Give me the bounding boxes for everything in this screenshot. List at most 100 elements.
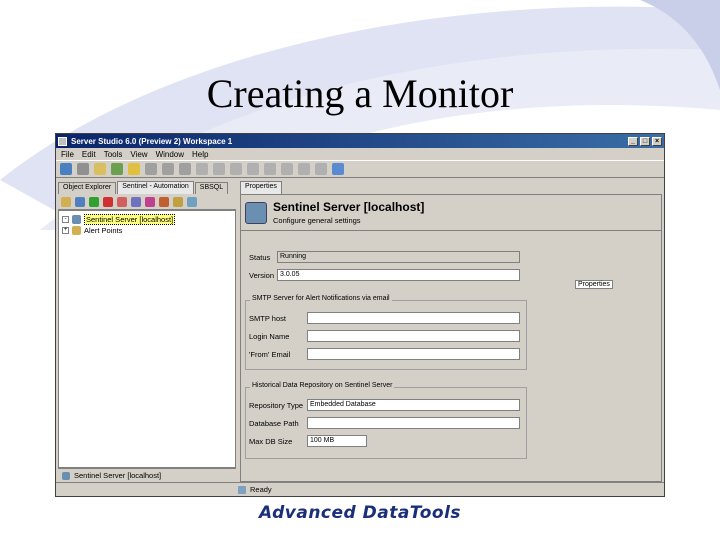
stop-icon[interactable] bbox=[103, 196, 113, 207]
tree-item-label: Sentinel Server [localhost] bbox=[84, 214, 176, 225]
smtp-group-legend: SMTP Server for Alert Notifications via … bbox=[250, 295, 392, 302]
maximize-button[interactable]: □ bbox=[640, 136, 650, 146]
copy-icon[interactable] bbox=[213, 163, 225, 175]
connect-icon[interactable] bbox=[332, 163, 344, 175]
right-tabs: Properties bbox=[240, 180, 662, 194]
left-status-text: Sentinel Server [localhost] bbox=[74, 471, 162, 480]
status-icon bbox=[238, 485, 246, 494]
edit-icon[interactable] bbox=[145, 196, 155, 207]
login-row: Login Name bbox=[246, 327, 526, 345]
smtp-host-input[interactable] bbox=[307, 312, 520, 324]
print-icon[interactable] bbox=[179, 163, 191, 175]
close-button[interactable]: × bbox=[652, 136, 662, 146]
delete-icon[interactable] bbox=[247, 163, 259, 175]
report-icon[interactable] bbox=[173, 196, 183, 207]
forward-icon[interactable] bbox=[77, 163, 89, 175]
left-toolbar bbox=[58, 194, 236, 210]
status-text: Ready bbox=[250, 485, 272, 494]
redo-icon[interactable] bbox=[281, 163, 293, 175]
menu-edit[interactable]: Edit bbox=[82, 150, 96, 159]
properties-panel: Sentinel Server [localhost] Configure ge… bbox=[240, 194, 662, 482]
version-field: 3.0.05 bbox=[277, 269, 520, 281]
left-tabs: Object Explorer Sentinel - Automation SB… bbox=[58, 180, 236, 194]
folder-icon[interactable] bbox=[94, 163, 106, 175]
tab-sbsql[interactable]: SBSQL bbox=[194, 182, 229, 194]
save-all-icon[interactable] bbox=[162, 163, 174, 175]
right-pane: Properties Sentinel Server [localhost] C… bbox=[240, 180, 662, 482]
from-email-input[interactable] bbox=[307, 348, 520, 360]
slide-title: Creating a Monitor bbox=[206, 71, 514, 116]
login-input[interactable] bbox=[307, 330, 520, 342]
max-db-size-row: Max DB Size 100 MB bbox=[246, 432, 526, 450]
repository-type-row: Repository Type Embedded Database bbox=[246, 396, 526, 414]
cut-icon[interactable] bbox=[196, 163, 208, 175]
collapse-icon[interactable]: - bbox=[62, 216, 69, 223]
properties-title: Sentinel Server [localhost] bbox=[273, 200, 425, 214]
tab-sentinel-automation[interactable]: Sentinel - Automation bbox=[117, 181, 194, 194]
undo-icon[interactable] bbox=[264, 163, 276, 175]
version-row: Version 3.0.05 bbox=[246, 266, 526, 284]
status-field: Running bbox=[277, 251, 520, 263]
server-icon bbox=[72, 215, 81, 224]
smtp-host-row: SMTP host bbox=[246, 309, 526, 327]
version-label: Version bbox=[249, 270, 275, 280]
server-icon bbox=[62, 471, 70, 480]
database-path-input[interactable] bbox=[307, 417, 520, 429]
max-db-size-input[interactable]: 100 MB bbox=[307, 435, 367, 447]
tab-object-explorer[interactable]: Object Explorer bbox=[58, 182, 117, 194]
status-label: Status bbox=[249, 252, 271, 262]
tree-item-alert-points[interactable]: + Alert Points bbox=[62, 225, 232, 236]
window-titlebar: Server Studio 6.0 (Preview 2) Workspace … bbox=[56, 134, 664, 148]
tree-item-sentinel-server[interactable]: - Sentinel Server [localhost] bbox=[62, 214, 232, 225]
expand-icon[interactable]: + bbox=[62, 227, 69, 234]
menu-bar: File Edit Tools View Window Help bbox=[56, 148, 664, 160]
repository-group: Historical Data Repository on Sentinel S… bbox=[245, 382, 527, 459]
save-icon[interactable] bbox=[145, 163, 157, 175]
back-icon[interactable] bbox=[60, 163, 72, 175]
menu-view[interactable]: View bbox=[130, 150, 147, 159]
remove-icon[interactable] bbox=[117, 196, 127, 207]
left-status: Sentinel Server [localhost] bbox=[58, 468, 236, 482]
properties-header: Sentinel Server [localhost] Configure ge… bbox=[241, 195, 661, 231]
from-email-row: 'From' Email bbox=[246, 345, 526, 363]
status-bar: Ready bbox=[56, 482, 664, 496]
properties-subtitle: Configure general settings bbox=[273, 216, 361, 225]
refresh-icon[interactable] bbox=[75, 196, 85, 207]
schedule-icon[interactable] bbox=[159, 196, 169, 207]
from-email-label: 'From' Email bbox=[249, 349, 291, 359]
repository-type-select[interactable]: Embedded Database bbox=[307, 399, 520, 411]
window-title: Server Studio 6.0 (Preview 2) Workspace … bbox=[71, 136, 233, 146]
smtp-group: SMTP Server for Alert Notifications via … bbox=[245, 295, 527, 370]
company-logo: Advanced DataTools bbox=[258, 503, 462, 523]
settings-icon[interactable] bbox=[187, 196, 197, 207]
database-path-label: Database Path bbox=[249, 418, 299, 428]
server-large-icon bbox=[245, 201, 267, 224]
app-window: Server Studio 6.0 (Preview 2) Workspace … bbox=[55, 133, 665, 497]
new-monitor-icon[interactable] bbox=[61, 196, 71, 207]
menu-help[interactable]: Help bbox=[192, 150, 208, 159]
tree-item-label: Alert Points bbox=[84, 226, 123, 235]
minimize-button[interactable]: _ bbox=[628, 136, 638, 146]
max-db-size-label: Max DB Size bbox=[249, 436, 293, 446]
database-path-row: Database Path bbox=[246, 414, 526, 432]
new-icon[interactable] bbox=[111, 163, 123, 175]
general-group: Status Running Version 3.0.05 bbox=[245, 247, 527, 291]
start-icon[interactable] bbox=[89, 196, 99, 207]
alert-folder-icon bbox=[72, 226, 81, 235]
tools-icon[interactable] bbox=[315, 163, 327, 175]
properties-link-button[interactable]: Properties bbox=[575, 280, 613, 289]
alert-icon[interactable] bbox=[131, 196, 141, 207]
smtp-host-label: SMTP host bbox=[249, 313, 286, 323]
object-tree: - Sentinel Server [localhost] + Alert Po… bbox=[58, 210, 236, 468]
paste-icon[interactable] bbox=[230, 163, 242, 175]
find-icon[interactable] bbox=[298, 163, 310, 175]
main-toolbar bbox=[56, 160, 664, 178]
login-label: Login Name bbox=[249, 331, 290, 341]
open-icon[interactable] bbox=[128, 163, 140, 175]
tab-properties[interactable]: Properties bbox=[240, 181, 282, 194]
menu-file[interactable]: File bbox=[61, 150, 74, 159]
menu-tools[interactable]: Tools bbox=[104, 150, 123, 159]
repository-group-legend: Historical Data Repository on Sentinel S… bbox=[250, 382, 395, 389]
status-row: Status Running bbox=[246, 248, 526, 266]
menu-window[interactable]: Window bbox=[156, 150, 184, 159]
